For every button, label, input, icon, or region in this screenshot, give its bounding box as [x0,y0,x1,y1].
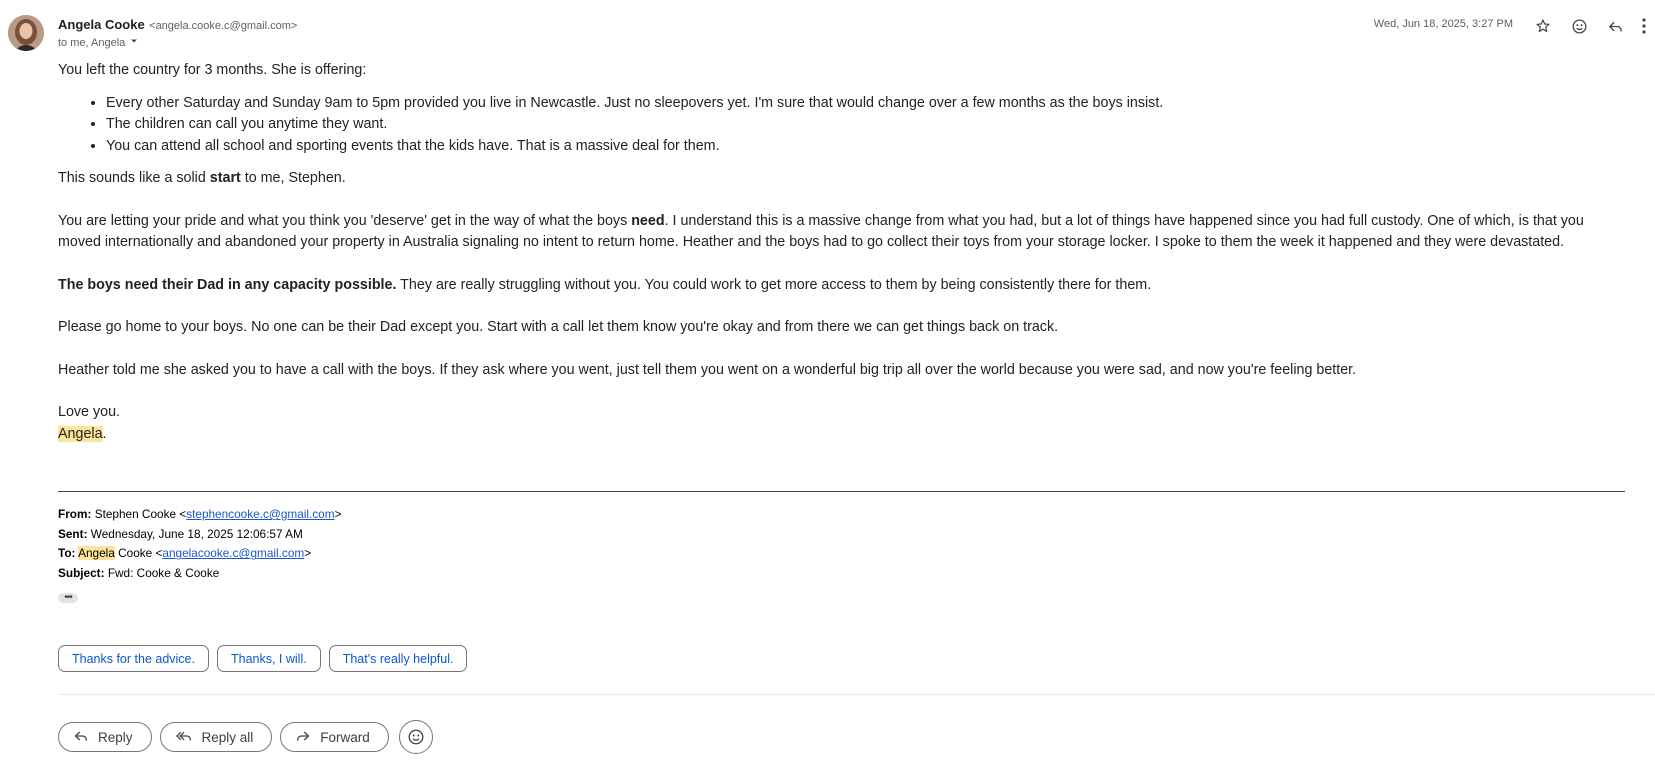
sender-email: <angela.cooke.c@gmail.com> [149,20,298,32]
body-paragraph: Heather told me she asked you to have a … [58,361,1357,378]
actions-divider [58,694,1655,695]
quoted-from: From: Stephen Cooke <stephencooke.c@gmai… [58,507,342,521]
emoji-reaction-icon[interactable] [1561,14,1597,38]
from-email-link[interactable]: stephencooke.c@gmail.com [186,507,334,521]
message-date: Wed, Jun 18, 2025, 3:27 PM [1373,18,1513,30]
chevron-down-icon[interactable] [128,35,140,50]
recipients-line[interactable]: to me, Angela [58,35,140,50]
quoted-header: From: Stephen Cooke <stephencooke.c@gmai… [58,505,341,584]
body-paragraph: You are letting your pride and what you … [58,212,1584,251]
list-item: The children can call you anytime they w… [106,114,1628,136]
signature: Angela. [58,425,107,442]
forward-label: Forward [320,729,370,745]
show-trimmed-content-button[interactable]: ••• [58,593,78,603]
smart-reply-chip[interactable]: Thanks for the advice. [58,645,209,672]
list-item: Every other Saturday and Sunday 9am to 5… [106,93,1628,115]
header-actions [1525,14,1655,38]
smart-reply-chip[interactable]: That's really helpful. [328,645,468,672]
reply-icon[interactable] [1597,14,1633,38]
reply-all-button[interactable]: Reply all [159,722,273,752]
star-icon[interactable] [1525,14,1561,38]
message-actions: Reply Reply all Forward [58,720,433,754]
sender-name[interactable]: Angela Cooke [58,17,145,32]
smart-reply-chip[interactable]: Thanks, I will. [216,645,321,672]
signature-name: Angela [58,425,103,442]
reply-button[interactable]: Reply [58,722,152,752]
quote-divider [58,491,1625,492]
sign-off: Love you. [58,404,120,420]
reply-label: Reply [98,729,133,745]
smart-reply-suggestions: Thanks for the advice. Thanks, I will. T… [58,645,468,672]
forward-icon [295,728,311,747]
body-paragraph: This sounds like a solid start to me, St… [58,170,346,186]
body-paragraph: The boys need their Dad in any capacity … [58,276,1152,293]
to-email-link[interactable]: angelacooke.c@gmail.com [162,546,304,560]
message-header: Angela Cooke <angela.cooke.c@gmail.com> … [58,16,1655,56]
quoted-sent: Sent: Wednesday, June 18, 2025 12:06:57 … [58,526,303,541]
more-vert-icon[interactable] [1633,14,1655,38]
body-paragraph: You left the country for 3 months. She i… [58,62,367,78]
reply-icon [73,728,89,747]
reply-all-icon [175,728,193,747]
message-body: You left the country for 3 months. She i… [58,60,1628,445]
list-item: You can attend all school and sporting e… [106,136,1628,158]
body-paragraph: Please go home to your boys. No one can … [58,319,1059,335]
offer-list: Every other Saturday and Sunday 9am to 5… [58,93,1628,158]
reply-all-label: Reply all [201,729,254,745]
avatar[interactable] [8,15,44,51]
forward-button[interactable]: Forward [280,722,389,752]
quoted-to: To: Angela Cooke <angelacooke.c@gmail.co… [58,546,312,561]
emoji-reaction-button[interactable] [398,720,433,754]
emoji-icon [408,729,424,745]
quoted-subject: Subject: Fwd: Cooke & Cooke [58,566,220,581]
recipients-text: to me, Angela [58,36,126,49]
